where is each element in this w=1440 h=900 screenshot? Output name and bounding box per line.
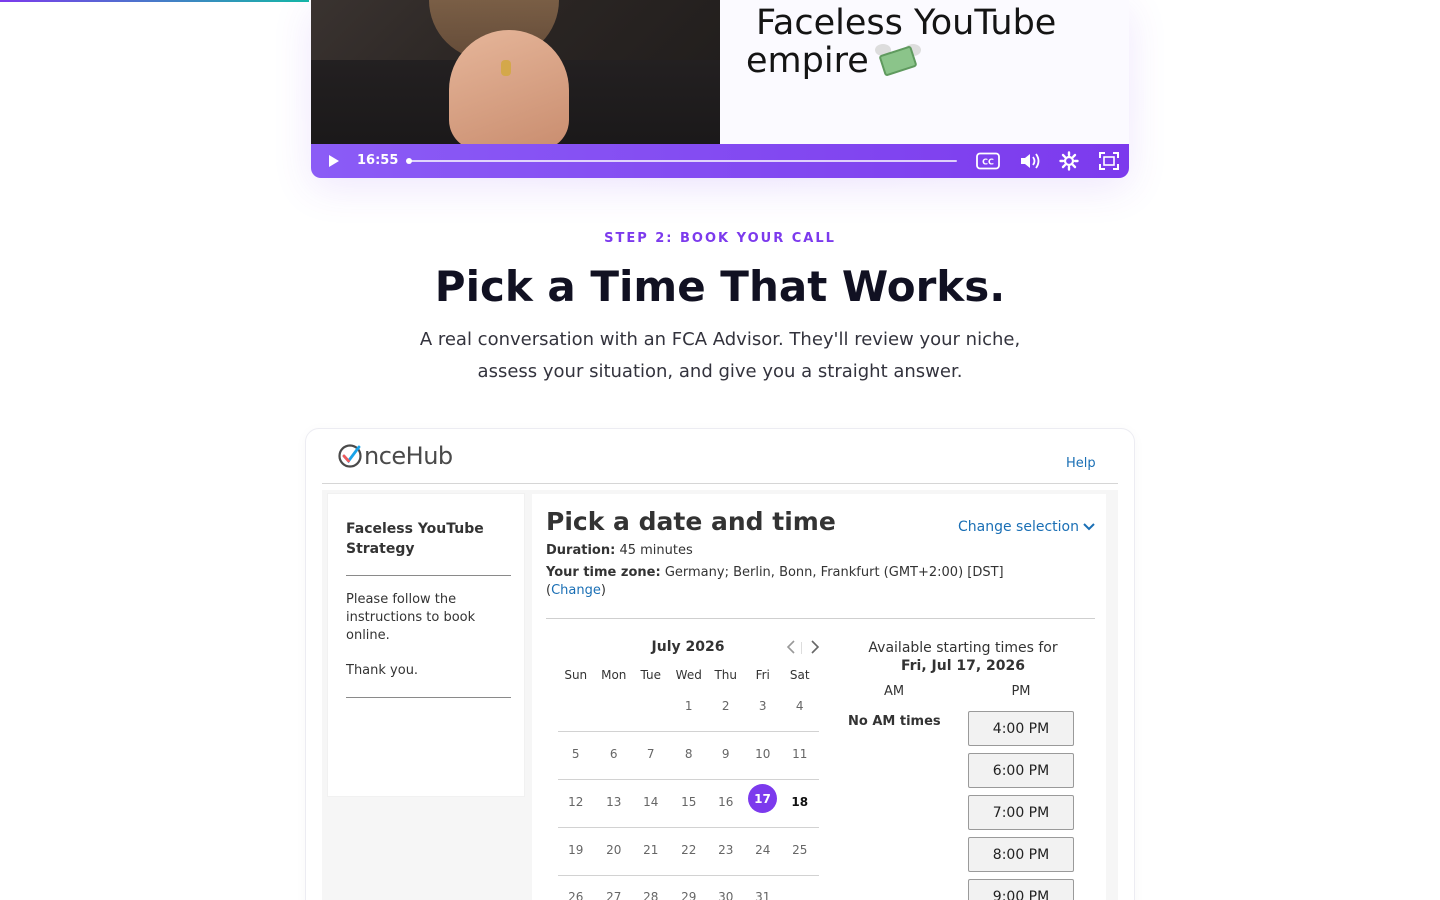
weekday-header: Tue: [640, 668, 662, 682]
sidebar-thanks: Thank you.: [346, 663, 419, 678]
calendar-day: 16: [718, 795, 734, 809]
sidebar-instructions: Please follow the instructions to book o…: [346, 592, 476, 643]
calendar-day: 12: [568, 795, 584, 809]
weekday-header: Sat: [789, 668, 810, 682]
section-subtitle: A real conversation with an FCA Advisor.…: [419, 329, 1021, 382]
service-title: Faceless YouTube Strategy: [346, 521, 484, 557]
captions-icon[interactable]: CC: [976, 152, 1000, 170]
calendar-day: 9: [721, 747, 730, 761]
calendar-day: 31: [755, 890, 771, 900]
panel-divider: [546, 618, 1095, 619]
chevron-left-icon[interactable]: [784, 639, 798, 655]
available-times-heading: Available starting times for Fri, Jul 17…: [840, 639, 1086, 675]
time-slot-button[interactable]: 6:00 PM: [968, 753, 1074, 788]
change-selection-label: Change selection: [958, 519, 1079, 535]
weekday-header: Sun: [564, 668, 588, 682]
calendar-row-divider: [558, 731, 819, 732]
calendar-day: 25: [792, 843, 808, 857]
help-link[interactable]: Help: [1066, 456, 1096, 471]
time-slot-button[interactable]: 7:00 PM: [968, 795, 1074, 830]
page-progress-bar: [0, 0, 309, 2]
oncehub-logo: nceHub: [337, 442, 453, 470]
oncehub-logo-text: nceHub: [364, 442, 453, 470]
video-controls: 16:55 CC: [311, 144, 1129, 178]
am-column-header: AM: [883, 684, 905, 699]
calendar-day: 14: [643, 795, 659, 809]
calendar-month-label: July 2026: [651, 639, 725, 655]
calendar-day: 10: [755, 747, 771, 761]
timezone-value: Germany; Berlin, Bonn, Frankfurt (GMT+2:…: [664, 565, 1004, 580]
chevron-down-icon: [1083, 523, 1095, 531]
calendar-day: 1: [684, 699, 693, 713]
chevron-right-icon[interactable]: [808, 639, 822, 655]
fullscreen-icon[interactable]: [1098, 151, 1120, 171]
timezone-label: Your time zone:: [546, 565, 661, 580]
play-icon[interactable]: [325, 153, 341, 169]
calendar-day: 28: [643, 890, 659, 900]
calendar-day: 21: [643, 843, 659, 857]
calendar-day: 29: [681, 890, 697, 900]
calendar-day-selected[interactable]: 17: [748, 784, 777, 813]
timezone-change-link[interactable]: Change: [551, 583, 601, 598]
calendar-nav-separator: [801, 642, 802, 654]
pick-date-title: Pick a date and time: [546, 507, 836, 536]
no-am-times: No AM times: [848, 714, 941, 729]
available-times-label: Available starting times for: [868, 640, 1058, 656]
calendar-day: 19: [568, 843, 584, 857]
calendar-day: 30: [718, 890, 734, 900]
video-headline-line1: Faceless YouTube: [756, 3, 1057, 43]
video-time: 16:55: [357, 153, 399, 168]
calendar-day: 20: [606, 843, 622, 857]
sidebar-divider: [346, 575, 511, 576]
step-label: STEP 2: BOOK YOUR CALL: [604, 231, 836, 246]
calendar-day: 3: [758, 699, 767, 713]
scrubber-handle[interactable]: [406, 158, 412, 164]
duration-value: 45 minutes: [619, 543, 693, 558]
video-headline: Faceless YouTube empire: [746, 4, 1056, 80]
calendar-row-divider: [558, 875, 819, 876]
duration-label: Duration:: [546, 543, 616, 558]
calendar-row-divider: [558, 827, 819, 828]
oncehub-logo-icon: [338, 444, 362, 468]
calendar-day: 23: [718, 843, 734, 857]
weekday-header: Wed: [675, 668, 702, 682]
calendar-day: 24: [755, 843, 771, 857]
timezone-row: Your time zone: Germany; Berlin, Bonn, F…: [546, 565, 1004, 580]
change-selection-link[interactable]: Change selection: [958, 519, 1095, 535]
calendar-day: 4: [795, 699, 804, 713]
settings-gear-icon[interactable]: [1059, 151, 1079, 171]
calendar-day: 15: [681, 795, 697, 809]
duration-row: Duration: 45 minutes: [546, 543, 693, 558]
sidebar-divider: [346, 697, 511, 698]
weekday-header: Thu: [714, 668, 738, 682]
calendar-day-available[interactable]: 18: [781, 795, 819, 809]
calendar-day: 7: [646, 747, 655, 761]
timezone-change-row: (Change): [546, 583, 606, 598]
calendar-day: 8: [684, 747, 693, 761]
calendar-row-divider: [558, 779, 819, 780]
calendar-day: 26: [568, 890, 584, 900]
video-headline-line2: empire: [746, 41, 921, 81]
video-scrubber[interactable]: [409, 160, 957, 162]
time-slot-button[interactable]: 9:00 PM: [968, 879, 1074, 900]
svg-text:CC: CC: [982, 158, 994, 167]
selected-date: Fri, Jul 17, 2026: [900, 658, 1026, 674]
weekday-header: Mon: [601, 668, 627, 682]
calendar-day: 13: [606, 795, 622, 809]
volume-icon[interactable]: [1019, 152, 1041, 170]
calendar-day: 6: [609, 747, 618, 761]
weekday-header: Fri: [755, 668, 770, 682]
calendar-day: 5: [571, 747, 580, 761]
calendar-day: 22: [681, 843, 697, 857]
section-title: Pick a Time That Works.: [434, 262, 1006, 311]
money-with-wings-icon: [874, 44, 921, 78]
time-slot-button[interactable]: 4:00 PM: [968, 711, 1074, 746]
calendar-day: 11: [792, 747, 808, 761]
time-slot-button[interactable]: 8:00 PM: [968, 837, 1074, 872]
calendar-day: 2: [721, 699, 730, 713]
video-frame-person: [311, 0, 720, 144]
pm-column-header: PM: [1011, 684, 1031, 699]
calendar-day: 27: [606, 890, 622, 900]
